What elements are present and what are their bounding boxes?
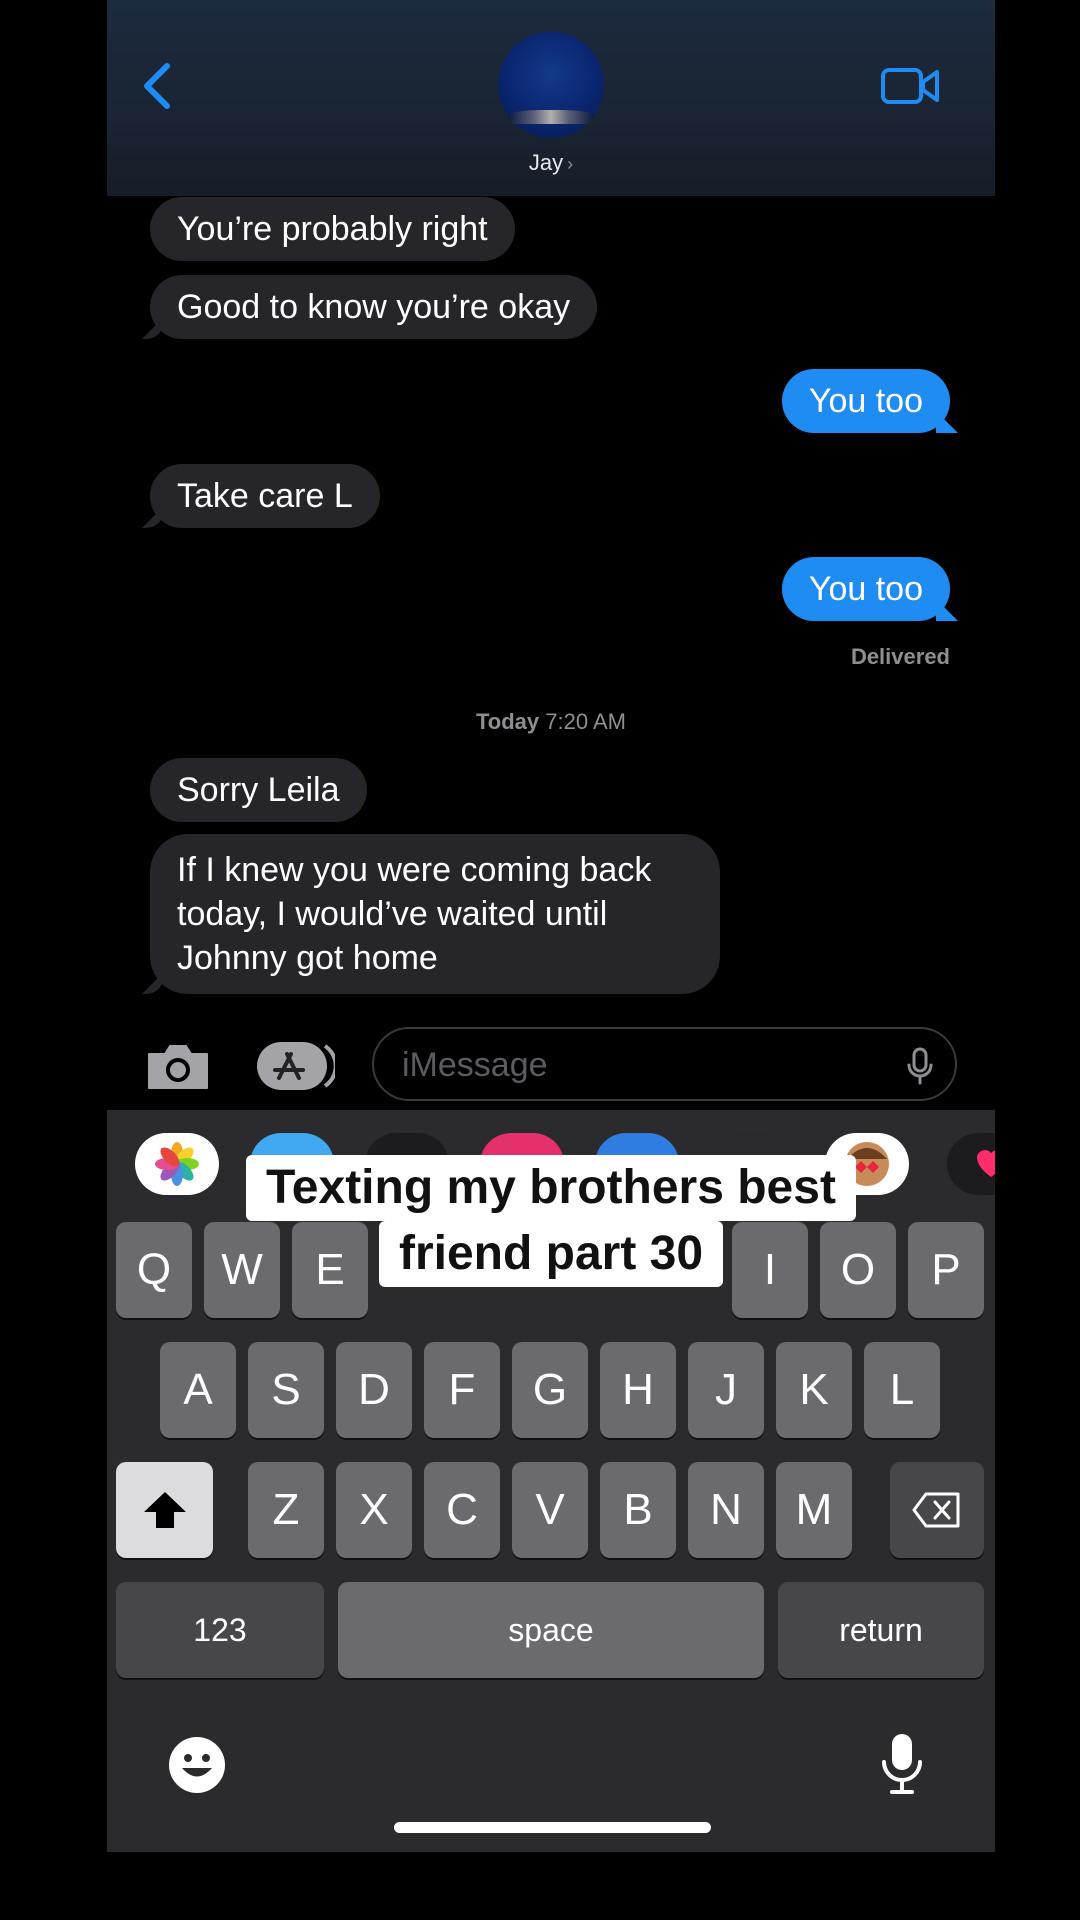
key-s[interactable]: S	[248, 1342, 324, 1438]
key-a[interactable]: A	[160, 1342, 236, 1438]
chevron-right-icon: ›	[567, 154, 574, 174]
key-j[interactable]: J	[688, 1342, 764, 1438]
delivered-status: Delivered	[850, 644, 950, 669]
message-bubble-outgoing[interactable]: You too	[781, 369, 950, 433]
conversation-header: Jay ›	[107, 0, 995, 196]
app-store-icon[interactable]	[255, 1040, 335, 1092]
microphone-icon[interactable]	[907, 1047, 933, 1085]
key-f[interactable]: F	[424, 1342, 500, 1438]
contact-avatar[interactable]	[498, 32, 604, 138]
space-key[interactable]: space	[338, 1582, 764, 1678]
dictation-microphone-icon[interactable]	[880, 1732, 924, 1796]
key-k[interactable]: K	[776, 1342, 852, 1438]
key-v[interactable]: V	[512, 1462, 588, 1558]
key-h[interactable]: H	[600, 1342, 676, 1438]
message-bubble-incoming[interactable]: You’re probably right	[150, 197, 515, 261]
message-bubble-incoming[interactable]: Sorry Leila	[150, 758, 367, 822]
chevron-left-icon[interactable]	[137, 58, 177, 114]
key-e[interactable]: E	[292, 1222, 368, 1318]
message-timestamp: Today 7:20 AM	[476, 709, 626, 734]
key-d[interactable]: D	[336, 1342, 412, 1438]
key-i[interactable]: I	[732, 1222, 808, 1318]
message-bubble-incoming[interactable]: Good to know you’re okay	[150, 275, 598, 339]
key-q[interactable]: Q	[116, 1222, 192, 1318]
key-m[interactable]: M	[776, 1462, 852, 1558]
message-bubble-incoming[interactable]: If I knew you were coming back today, I …	[150, 834, 720, 994]
emoji-icon[interactable]	[167, 1735, 227, 1795]
imessage-input[interactable]	[372, 1027, 957, 1101]
return-key[interactable]: return	[778, 1582, 984, 1678]
key-g[interactable]: G	[512, 1342, 588, 1438]
key-c[interactable]: C	[424, 1462, 500, 1558]
imessage-text-field[interactable]	[400, 1041, 884, 1089]
home-indicator[interactable]	[394, 1822, 711, 1833]
shift-arrow-icon	[143, 1492, 186, 1528]
key-p[interactable]: P	[908, 1222, 984, 1318]
contact-name[interactable]: Jay ›	[107, 150, 995, 176]
key-z[interactable]: Z	[248, 1462, 324, 1558]
delete-key[interactable]	[890, 1462, 984, 1558]
camera-icon[interactable]	[145, 1040, 211, 1092]
backspace-icon	[912, 1492, 960, 1528]
key-x[interactable]: X	[336, 1462, 412, 1558]
numbers-key[interactable]: 123	[116, 1582, 324, 1678]
video-camera-icon[interactable]	[881, 66, 939, 106]
key-l[interactable]: L	[864, 1342, 940, 1438]
key-b[interactable]: B	[600, 1462, 676, 1558]
key-o[interactable]: O	[820, 1222, 896, 1318]
key-w[interactable]: W	[204, 1222, 280, 1318]
message-bubble-incoming[interactable]: Take care L	[150, 464, 380, 528]
message-bubble-outgoing[interactable]: You too	[781, 557, 950, 621]
key-n[interactable]: N	[688, 1462, 764, 1558]
messages-screen: Jay › You’re probably right Good to know …	[107, 0, 995, 1852]
shift-key[interactable]	[116, 1462, 213, 1558]
